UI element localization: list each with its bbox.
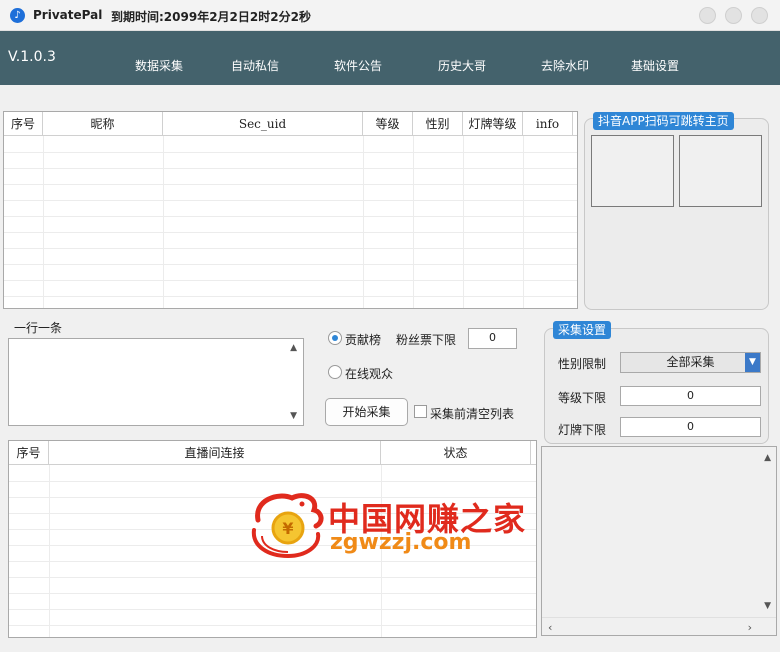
nav-history[interactable]: 历史大哥 — [438, 57, 486, 74]
column-header[interactable]: 状态 — [381, 441, 531, 465]
gender-limit-label: 性别限制 — [558, 357, 607, 371]
grid-line — [363, 136, 364, 308]
scroll-up-icon[interactable]: ▲ — [764, 453, 771, 463]
chevron-down-icon[interactable]: ▼ — [745, 353, 760, 372]
qr-code-image[interactable] — [679, 135, 762, 207]
version-label: V.1.0.3 — [8, 49, 56, 65]
column-header[interactable]: 序号 — [4, 112, 43, 136]
scroll-down-icon[interactable]: ▼ — [290, 411, 297, 421]
grid-line — [463, 136, 464, 308]
column-header[interactable]: 性别 — [413, 112, 463, 136]
scroll-down-icon[interactable]: ▼ — [764, 601, 771, 611]
collect-settings-title: 采集设置 — [553, 321, 612, 339]
scroll-left-icon[interactable]: ‹ — [548, 621, 552, 634]
clear-list-label[interactable]: 采集前清空列表 — [430, 405, 514, 422]
grid-line — [413, 136, 414, 308]
column-header[interactable]: 等级 — [363, 112, 413, 136]
column-header[interactable]: 灯牌等级 — [463, 112, 523, 136]
level-min-label: 等级下限 — [558, 391, 607, 405]
grid-line — [4, 168, 577, 169]
grid-line — [9, 625, 536, 626]
grid-line — [4, 296, 577, 297]
table-header: 序号 昵称 Sec_uid 等级 性别 灯牌等级 info — [4, 112, 577, 136]
dragon-coin-logo-icon: ¥ — [251, 493, 324, 559]
grid-line — [43, 136, 44, 308]
grid-line — [4, 280, 577, 281]
column-header[interactable]: 昵称 — [43, 112, 163, 136]
log-panel[interactable]: ▲ ▼ ‹ › — [541, 446, 777, 636]
minimize-button[interactable] — [699, 7, 716, 24]
close-button[interactable] — [751, 7, 768, 24]
grid-line — [163, 136, 164, 308]
badge-min-label: 灯牌下限 — [558, 423, 607, 437]
app-title: PrivatePal — [33, 8, 103, 22]
horizontal-scrollbar[interactable]: ‹ › — [542, 617, 776, 635]
column-header[interactable]: 直播间连接 — [49, 441, 381, 465]
grid-line — [4, 248, 577, 249]
nav-settings[interactable]: 基础设置 — [631, 57, 679, 74]
nav-data-collect[interactable]: 数据采集 — [135, 57, 183, 74]
grid-line — [9, 481, 536, 482]
grid-line — [523, 136, 524, 308]
grid-line — [9, 593, 536, 594]
one-per-line-label: 一行一条 — [14, 321, 63, 335]
maximize-button[interactable] — [725, 7, 742, 24]
scroll-right-icon[interactable]: › — [748, 621, 752, 634]
grid-line — [4, 200, 577, 201]
table-header: 序号 直播间连接 状态 — [9, 441, 536, 465]
tiktok-logo-icon: ♪ — [10, 8, 25, 23]
start-collect-button[interactable]: 开始采集 — [325, 398, 408, 426]
online-radio-label[interactable]: 在线观众 — [345, 365, 393, 382]
expire-time-label: 到期时间:2099年2月2日2时2分2秒 — [111, 10, 311, 24]
nav-bar: V.1.0.3 数据采集 自动私信 软件公告 历史大哥 去除水印 基础设置 — [0, 31, 780, 85]
fans-vote-label: 粉丝票下限 — [396, 333, 457, 347]
badge-min-input[interactable]: 0 — [620, 417, 761, 437]
grid-line — [49, 465, 50, 637]
gender-limit-value: 全部采集 — [666, 355, 715, 369]
qr-groupbox: 抖音APP扫码可跳转主页 — [584, 112, 769, 310]
gender-limit-select[interactable]: 全部采集 ▼ — [620, 352, 761, 373]
online-radio[interactable] — [328, 365, 342, 379]
qr-code-image[interactable] — [591, 135, 674, 207]
grid-line — [9, 561, 536, 562]
qr-group-title: 抖音APP扫码可跳转主页 — [593, 112, 734, 130]
user-table[interactable]: 序号 昵称 Sec_uid 等级 性别 灯牌等级 info — [3, 111, 578, 309]
scroll-up-icon[interactable]: ▲ — [290, 343, 297, 353]
contrib-radio-label[interactable]: 贡献榜 — [345, 331, 381, 348]
column-header[interactable]: info — [523, 112, 573, 136]
watermark-url: zgwzzj.com — [330, 530, 472, 555]
nav-auto-message[interactable]: 自动私信 — [231, 57, 279, 74]
nav-remove-watermark[interactable]: 去除水印 — [541, 57, 589, 74]
grid-line — [4, 184, 577, 185]
watermark: ¥ 中国网赚之家 zgwzzj.com — [248, 490, 525, 560]
grid-line — [4, 232, 577, 233]
fans-vote-input[interactable]: 0 — [468, 328, 517, 349]
grid-line — [4, 216, 577, 217]
title-bar: ♪ PrivatePal 到期时间:2099年2月2日2时2分2秒 — [0, 0, 780, 31]
grid-line — [4, 152, 577, 153]
contrib-radio[interactable] — [328, 331, 342, 345]
grid-line — [9, 609, 536, 610]
clear-list-checkbox[interactable] — [414, 405, 427, 418]
svg-text:¥: ¥ — [282, 519, 293, 538]
column-header[interactable]: 序号 — [9, 441, 49, 465]
collect-settings-groupbox: 采集设置 性别限制 全部采集 ▼ 等级下限 0 灯牌下限 0 — [544, 321, 769, 444]
grid-line — [4, 264, 577, 265]
one-per-line-textarea[interactable]: ▲ ▼ — [8, 338, 304, 426]
nav-announcement[interactable]: 软件公告 — [334, 57, 382, 74]
grid-line — [9, 577, 536, 578]
level-min-input[interactable]: 0 — [620, 386, 761, 406]
column-header[interactable]: Sec_uid — [163, 112, 363, 136]
